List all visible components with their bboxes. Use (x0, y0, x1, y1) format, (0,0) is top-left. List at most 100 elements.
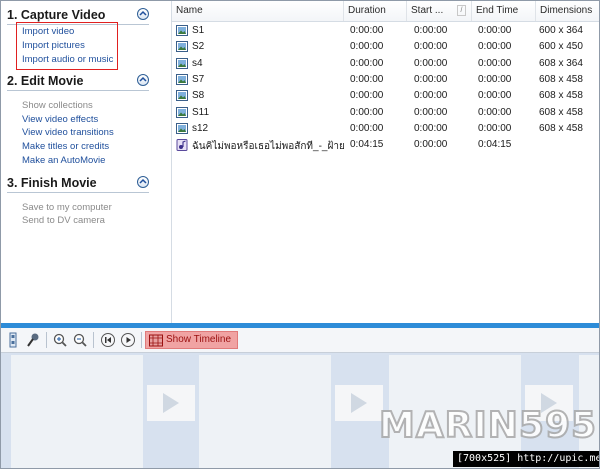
cell-end: 0:00:00 (478, 73, 512, 85)
collection-file-list: Name Duration Start ... / End Time Dimens… (172, 1, 599, 323)
cell-name: S1 (192, 25, 205, 36)
cell-name: S11 (192, 106, 210, 118)
storyboard-clip-slot[interactable] (199, 355, 331, 468)
rewind-icon[interactable] (100, 332, 116, 348)
cell-duration: 0:00:00 (350, 41, 384, 53)
sort-indicator-icon: / (457, 5, 466, 16)
play-icon[interactable] (120, 332, 136, 348)
narrate-microphone-icon[interactable] (25, 332, 41, 348)
column-label: Duration (348, 5, 386, 16)
list-row[interactable]: S8 0:00:00 0:00:00 0:00:00 608 x 458 (172, 88, 599, 104)
section-title: 1. Capture Video (7, 8, 106, 22)
audio-file-icon (176, 139, 188, 152)
cell-dimensions: 608 x 458 (539, 73, 583, 85)
cell-start: 0:00:00 (414, 122, 448, 134)
cell-dimensions: 608 x 364 (539, 57, 583, 69)
edit-movie-section-header[interactable]: 2. Edit Movie (7, 72, 149, 91)
cell-end: 0:00:00 (478, 106, 512, 118)
list-row[interactable]: S2 0:00:00 0:00:00 0:00:00 600 x 450 (172, 39, 599, 55)
cell-dimensions: 600 x 364 (539, 25, 583, 36)
cell-name: S7 (192, 73, 205, 85)
section-title: 3. Finish Movie (7, 176, 97, 190)
cell-start: 0:00:00 (414, 73, 448, 85)
view-video-effects-link[interactable]: View video effects (22, 114, 98, 125)
storyboard-toolbar: Show Timeline (1, 328, 599, 353)
cell-end: 0:00:00 (478, 57, 512, 69)
cell-name: S8 (192, 90, 205, 102)
cell-start: 0:00:00 (414, 41, 448, 53)
list-row[interactable]: ฉันคิไม่พอหรือเธอไม่พอสักที_-_ฝ้าย 0:04:1… (172, 137, 599, 153)
send-to-dv-camera-link: Send to DV camera (22, 215, 105, 226)
image-file-icon (176, 57, 188, 69)
cell-duration: 0:00:00 (350, 73, 384, 85)
zoom-in-icon[interactable] (52, 332, 68, 348)
cell-duration: 0:00:00 (350, 25, 384, 36)
list-row[interactable]: s12 0:00:00 0:00:00 0:00:00 608 x 458 (172, 121, 599, 137)
toolbar-separator (46, 332, 47, 348)
cell-start: 0:00:00 (414, 25, 448, 36)
show-timeline-button[interactable]: Show Timeline (145, 331, 238, 349)
image-host-footer: [700x525] http://upic.me/ (453, 451, 599, 467)
list-row[interactable]: S11 0:00:00 0:00:00 0:00:00 608 x 458 (172, 105, 599, 121)
image-file-icon (176, 122, 188, 134)
image-file-icon (176, 25, 188, 36)
show-collections-link: Show collections (22, 100, 93, 111)
show-timeline-label: Show Timeline (166, 334, 232, 345)
section-title: 2. Edit Movie (7, 74, 84, 88)
list-row[interactable]: s4 0:00:00 0:00:00 0:00:00 608 x 364 (172, 56, 599, 72)
collapse-chevron-up-icon[interactable] (137, 8, 149, 20)
column-header-name[interactable]: Name (172, 1, 344, 21)
cell-duration: 0:00:00 (350, 57, 384, 69)
annotation-highlight-box (16, 22, 118, 70)
column-label: Name (176, 5, 203, 16)
cell-start: 0:00:00 (414, 57, 448, 69)
cell-duration: 0:04:15 (350, 139, 384, 151)
make-titles-link[interactable]: Make titles or credits (22, 141, 109, 152)
cell-duration: 0:00:00 (350, 90, 384, 102)
cell-name: ฉันคิไม่พอหรือเธอไม่พอสักที_-_ฝ้าย (192, 141, 345, 153)
cell-name: s4 (192, 57, 203, 69)
image-file-icon (176, 106, 188, 118)
zoom-out-icon[interactable] (72, 332, 88, 348)
image-file-icon (176, 90, 188, 102)
movie-maker-window: 1. Capture Video Import video Import pic… (0, 0, 600, 469)
collapse-chevron-up-icon[interactable] (137, 176, 149, 188)
column-header-dimensions[interactable]: Dimensions (536, 1, 599, 21)
cell-end: 0:00:00 (478, 90, 512, 102)
collapse-chevron-up-icon[interactable] (137, 74, 149, 86)
cell-end: 0:00:00 (478, 25, 512, 36)
cell-end: 0:00:00 (478, 122, 512, 134)
storyboard-view-icon[interactable] (7, 332, 23, 348)
cell-name: S2 (192, 41, 205, 53)
tasks-pane: 1. Capture Video Import video Import pic… (1, 1, 172, 323)
cell-dimensions: 600 x 450 (539, 41, 583, 53)
list-row[interactable]: S1 0:00:00 0:00:00 0:00:00 600 x 364 (172, 23, 599, 39)
cell-dimensions: 608 x 458 (539, 106, 583, 118)
column-label: Dimensions (540, 5, 593, 16)
view-video-transitions-link[interactable]: View video transitions (22, 127, 114, 138)
timeline-film-icon (149, 334, 163, 350)
image-file-icon (176, 41, 188, 53)
make-automovie-link[interactable]: Make an AutoMovie (22, 155, 105, 166)
cell-duration: 0:00:00 (350, 122, 384, 134)
cell-start: 0:00:00 (414, 139, 448, 151)
cell-name: s12 (192, 122, 209, 134)
toolbar-separator (141, 332, 142, 348)
finish-movie-section-header[interactable]: 3. Finish Movie (7, 174, 149, 193)
save-to-computer-link: Save to my computer (22, 202, 112, 213)
column-label: Start ... (411, 5, 444, 16)
cell-dimensions: 608 x 458 (539, 122, 583, 134)
cell-dimensions: 608 x 458 (539, 90, 583, 102)
transition-slot[interactable] (335, 385, 383, 421)
image-file-icon (176, 73, 188, 85)
column-label: End Time (476, 5, 519, 16)
cell-start: 0:00:00 (414, 90, 448, 102)
column-header-end-time[interactable]: End Time (472, 1, 536, 21)
transition-slot[interactable] (147, 385, 195, 421)
toolbar-separator (93, 332, 94, 348)
column-header-duration[interactable]: Duration (344, 1, 407, 21)
list-row[interactable]: S7 0:00:00 0:00:00 0:00:00 608 x 458 (172, 72, 599, 88)
storyboard-clip-slot[interactable] (11, 355, 143, 468)
column-header-start[interactable]: Start ... / (407, 1, 472, 21)
cell-end: 0:00:00 (478, 41, 512, 53)
